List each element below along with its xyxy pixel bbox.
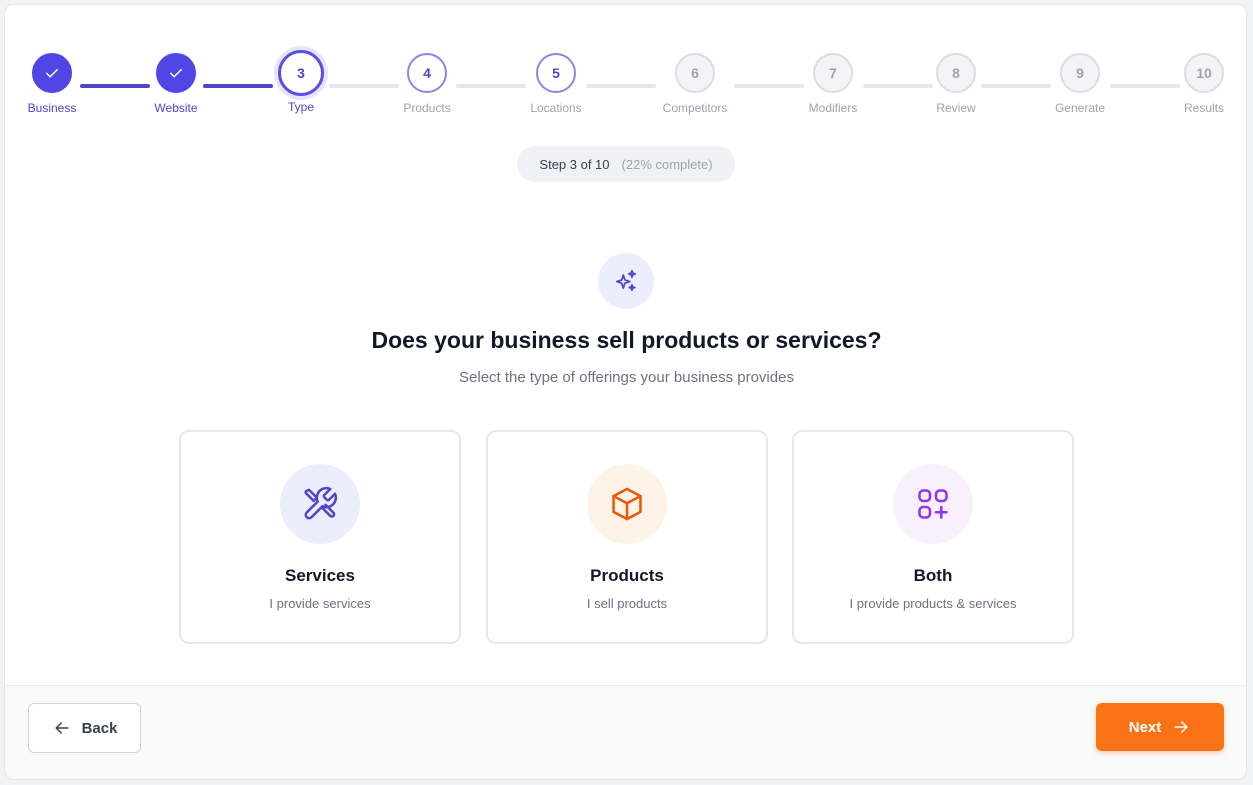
step-number: 4	[407, 53, 447, 93]
option-title: Both	[913, 566, 953, 585]
option-title: Services	[285, 566, 355, 585]
step-number: 5	[536, 53, 576, 93]
step-locations[interactable]: 5 Locations	[511, 53, 601, 115]
step-results[interactable]: 10 Results	[1159, 53, 1246, 115]
step-website[interactable]: Website	[131, 53, 221, 115]
back-button[interactable]: Back	[28, 703, 141, 753]
step-competitors[interactable]: 6 Competitors	[650, 53, 740, 115]
option-icon-circle	[587, 464, 667, 544]
progress-step-text: Step 3 of 10	[539, 156, 610, 172]
back-button-label: Back	[81, 719, 118, 737]
option-description: I sell products	[586, 596, 668, 611]
step-label: Type	[287, 100, 314, 114]
arrow-left-icon	[54, 722, 69, 734]
step-label: Competitors	[662, 101, 728, 115]
step-number: 7	[813, 53, 853, 93]
page-question: Does your business sell products or serv…	[371, 327, 882, 353]
progress-pill: Step 3 of 10 (22% complete)	[517, 146, 735, 182]
check-icon	[46, 68, 58, 78]
step-label: Generate	[1054, 101, 1106, 115]
step-products[interactable]: 4 Products	[382, 53, 472, 115]
option-card-services[interactable]: Services I provide services	[179, 430, 461, 644]
step-number: 10	[1184, 53, 1224, 93]
step-generate[interactable]: 9 Generate	[1035, 53, 1125, 115]
check-icon	[170, 68, 182, 78]
stepper: Business Website 3 Type 4 Products 5 Loc…	[5, 5, 1246, 135]
step-number: 8	[936, 53, 976, 93]
next-button[interactable]: Next	[1096, 703, 1224, 751]
option-card-both[interactable]: Both I provide products & services	[792, 430, 1074, 644]
step-modifiers[interactable]: 7 Modifiers	[788, 53, 878, 115]
box-icon	[612, 487, 642, 521]
wizard-footer: Back Next	[5, 685, 1246, 779]
page-subtitle: Select the type of offerings your busine…	[459, 369, 794, 386]
step-number: 9	[1060, 53, 1100, 93]
grid-plus-icon	[918, 489, 948, 519]
option-icon-circle	[893, 464, 973, 544]
wrench-screwdriver-icon	[304, 486, 338, 520]
step-type[interactable]: 3 Type	[256, 50, 346, 114]
option-title: Products	[590, 566, 664, 585]
sparkles-icon	[615, 269, 637, 292]
step-circle	[32, 53, 72, 93]
step-number: 3	[278, 50, 324, 96]
wizard-card: Business Website 3 Type 4 Products 5 Loc…	[4, 4, 1247, 780]
step-label: Products	[403, 101, 451, 115]
step-label: Business	[27, 101, 77, 115]
step-label: Modifiers	[808, 101, 858, 115]
option-description: I provide products & services	[849, 596, 1017, 611]
step-label: Review	[936, 101, 976, 115]
step-review[interactable]: 8 Review	[911, 53, 1001, 115]
sparkles-icon-badge	[598, 253, 654, 309]
step-number: 6	[675, 53, 715, 93]
step-circle	[156, 53, 196, 93]
step-business[interactable]: Business	[7, 53, 97, 115]
step-label: Results	[1183, 101, 1224, 115]
next-button-label: Next	[1128, 718, 1162, 736]
step-label: Locations	[530, 101, 582, 115]
option-description: I provide services	[269, 596, 371, 611]
step-label: Website	[154, 101, 198, 115]
option-icon-circle	[280, 464, 360, 544]
arrow-right-icon	[1174, 721, 1188, 733]
option-card-products[interactable]: Products I sell products	[486, 430, 768, 644]
progress-percent-text: (22% complete)	[621, 156, 713, 172]
